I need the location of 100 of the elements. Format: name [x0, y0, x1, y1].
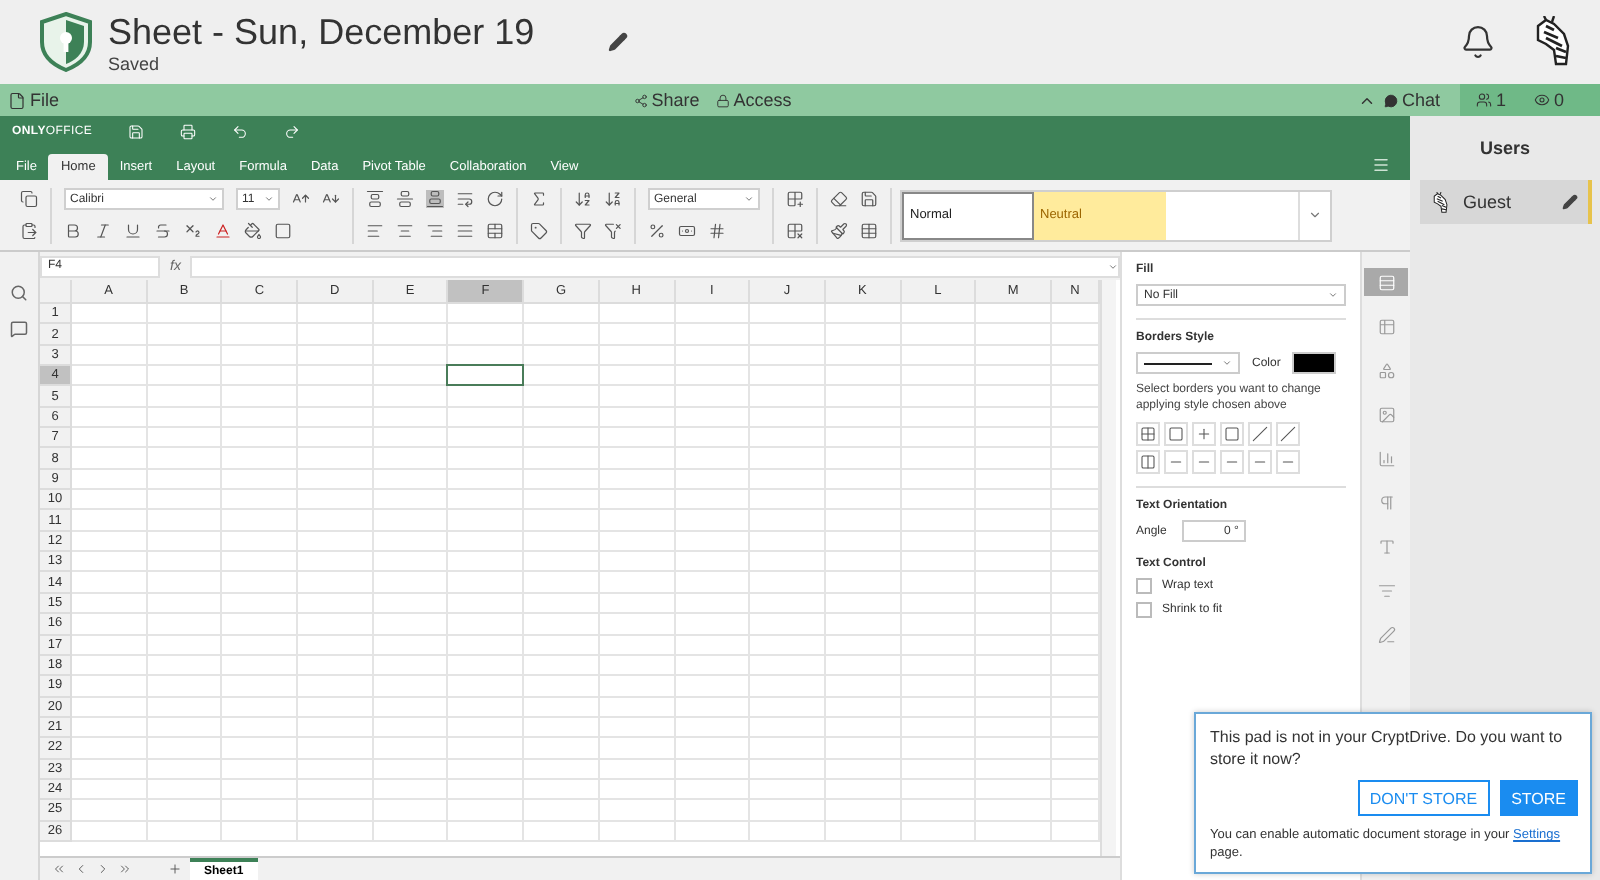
merge-cells-icon[interactable]: [486, 222, 504, 240]
chat-icon: [1384, 93, 1398, 107]
align-right-icon[interactable]: [426, 222, 444, 240]
file-icon: [8, 91, 26, 109]
add-sheet-icon[interactable]: [168, 862, 182, 876]
lock-icon: [715, 93, 730, 107]
search-icon[interactable]: [10, 284, 28, 302]
chat-button[interactable]: Chat: [1376, 84, 1449, 116]
border-option-button[interactable]: [1136, 422, 1160, 446]
fill-color-icon[interactable]: [244, 222, 262, 240]
border-style-dropdown[interactable]: [1136, 352, 1240, 374]
sum-icon[interactable]: [530, 190, 548, 208]
justify-icon[interactable]: [456, 222, 474, 240]
caret-icon: [1108, 261, 1118, 271]
notifications-icon[interactable]: [1460, 24, 1496, 60]
popup-message: This pad is not in your CryptDrive. Do you want to store it now?: [1210, 726, 1565, 770]
border-option-button[interactable]: [1276, 422, 1300, 446]
print-icon[interactable]: [180, 124, 196, 140]
table-icon: [1377, 317, 1395, 335]
image-icon: [1377, 405, 1395, 423]
border-icon: [1196, 426, 1212, 442]
users-title: Users: [1479, 138, 1531, 158]
paragraph-icon: [1377, 493, 1395, 511]
shield-logo: [40, 12, 92, 72]
decrease-font-icon[interactable]: [322, 190, 340, 208]
bold-icon[interactable]: [64, 222, 82, 240]
align-left-icon[interactable]: [366, 222, 384, 240]
previous-sheet-icon[interactable]: [74, 862, 88, 876]
align-middle-icon[interactable]: [396, 190, 414, 208]
save-icon[interactable]: [128, 124, 144, 140]
document-title: Sheet - Sun, December 19: [108, 10, 537, 54]
clear-icon[interactable]: [830, 190, 848, 208]
strikethrough-icon[interactable]: [154, 222, 172, 240]
align-top-icon[interactable]: [366, 190, 384, 208]
share-icon: [633, 93, 648, 107]
last-sheet-icon[interactable]: [118, 862, 132, 876]
border-option-button[interactable]: [1248, 422, 1272, 446]
select-all-corner[interactable]: [40, 280, 72, 304]
table-template-icon[interactable]: [860, 222, 878, 240]
menu-icon[interactable]: [1372, 156, 1390, 174]
undo-icon[interactable]: [232, 124, 248, 140]
edit-icon[interactable]: [1561, 194, 1577, 210]
sort-descending-icon[interactable]: [604, 190, 622, 208]
expand-icon[interactable]: [1308, 208, 1322, 222]
clear-filter-icon[interactable]: [604, 222, 622, 240]
paste-icon[interactable]: [20, 222, 38, 240]
delete-cells-icon[interactable]: [786, 222, 804, 240]
next-sheet-icon[interactable]: [96, 862, 110, 876]
font-color-icon[interactable]: [214, 222, 232, 240]
users-icon: [1476, 92, 1493, 108]
vertical-scrollbar[interactable]: [1100, 280, 1116, 856]
caret-icon: [1328, 290, 1338, 300]
filter-list-icon: [1377, 581, 1395, 599]
color-picker[interactable]: [1292, 352, 1337, 374]
increase-font-icon[interactable]: [292, 190, 310, 208]
redo-icon[interactable]: [284, 124, 300, 140]
save-status: Saved: [108, 54, 162, 74]
cell-settings-icon: [1377, 273, 1395, 291]
chart-icon: [1377, 449, 1395, 467]
align-center-icon[interactable]: [396, 222, 414, 240]
checkbox[interactable]: [1136, 602, 1152, 618]
dont-store-button[interactable]: DON'T STORE: [1357, 780, 1490, 816]
align-bottom-icon[interactable]: [426, 190, 444, 208]
border-icon: [1140, 454, 1156, 470]
caret-icon: [208, 194, 218, 204]
settings-tab[interactable]: [1364, 268, 1408, 296]
filter-icon[interactable]: [574, 222, 592, 240]
edit-icon[interactable]: [608, 32, 628, 52]
users-button[interactable]: 1: [1468, 84, 1515, 116]
currency-icon[interactable]: [678, 222, 696, 240]
viewers-button[interactable]: 0: [1526, 84, 1573, 116]
shapes-icon: [1377, 361, 1395, 379]
copy-style-icon[interactable]: [830, 222, 848, 240]
percent-icon[interactable]: [648, 222, 666, 240]
comment-icon[interactable]: [10, 320, 28, 338]
user-entry[interactable]: Guest: [1419, 180, 1591, 224]
caret-icon: [1222, 358, 1232, 368]
checkbox[interactable]: [1136, 578, 1152, 594]
eye-icon: [1534, 92, 1551, 108]
named-range-icon[interactable]: [530, 222, 548, 240]
formula-input[interactable]: [190, 255, 1120, 277]
caret-icon: [264, 194, 274, 204]
share-button[interactable]: Share: [625, 84, 708, 116]
borders-icon[interactable]: [274, 222, 292, 240]
line-style-icon: [1144, 361, 1212, 365]
border-icon: [1140, 426, 1156, 442]
orientation-icon[interactable]: [486, 190, 504, 208]
text-icon: [1377, 537, 1395, 555]
insert-cells-icon[interactable]: [786, 190, 804, 208]
number-icon[interactable]: [708, 222, 726, 240]
file-menu[interactable]: File: [0, 84, 68, 116]
copy-icon[interactable]: [20, 190, 38, 208]
wrap-text-icon[interactable]: [456, 190, 474, 208]
underline-icon[interactable]: [124, 222, 142, 240]
sort-ascending-icon[interactable]: [574, 190, 592, 208]
subscript-icon[interactable]: [184, 222, 202, 240]
first-sheet-icon[interactable]: [52, 862, 66, 876]
italic-icon[interactable]: [94, 222, 112, 240]
caret-icon: [744, 194, 754, 204]
access-button[interactable]: Access: [707, 84, 800, 116]
